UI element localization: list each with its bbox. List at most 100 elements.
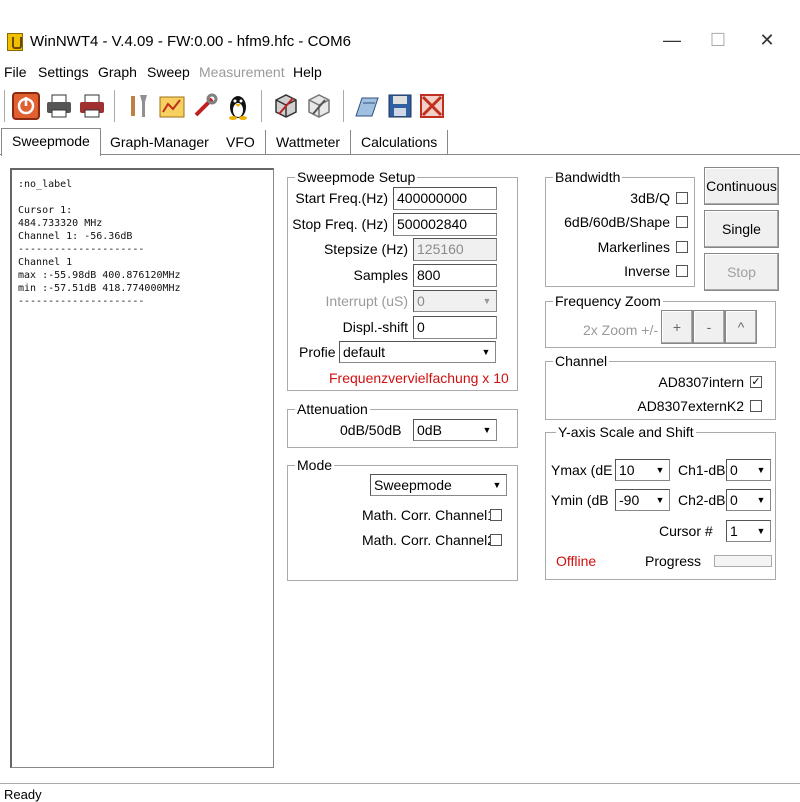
bandwidth-shape-label: 6dB/60dB/Shape	[564, 214, 670, 230]
toolbar-separator	[4, 90, 9, 122]
profile-select[interactable]: default ▼	[339, 341, 496, 363]
math-corr-channel1-checkbox[interactable]	[490, 509, 502, 521]
tab-graph-manager[interactable]: Graph-Manager	[100, 130, 220, 154]
mode-select[interactable]: Sweepmode ▼	[370, 474, 507, 496]
minimize-button[interactable]: —	[657, 30, 687, 51]
attenuation-label: 0dB/50dB	[340, 422, 402, 438]
displ-shift-input[interactable]: 0	[413, 316, 497, 339]
continuous-button[interactable]: Continuous	[704, 167, 779, 205]
attenuation-title: Attenuation	[295, 401, 370, 417]
ymin-value: -90	[619, 492, 640, 508]
chevron-down-icon: ▼	[756, 495, 766, 505]
menu-sweep[interactable]: Sweep	[147, 64, 190, 80]
ymin-label: Ymin (dB	[551, 492, 609, 508]
bandwidth-3db-label: 3dB/Q	[630, 190, 670, 206]
menu-help[interactable]: Help	[293, 64, 322, 80]
ad8307-extern-checkbox[interactable]	[750, 400, 762, 412]
ad8307-intern-checkbox[interactable]: ✓	[750, 376, 762, 388]
zoom-in-button[interactable]: +	[661, 310, 693, 344]
samples-input[interactable]: 800	[413, 264, 497, 287]
start-freq-input[interactable]: 400000000	[393, 187, 497, 210]
tools-icon[interactable]	[125, 92, 153, 120]
attenuation-value: 0dB	[417, 422, 442, 438]
maximize-button[interactable]: ☐	[703, 30, 733, 51]
bandwidth-shape-checkbox[interactable]	[676, 216, 688, 228]
stepsize-label: Stepsize (Hz)	[323, 241, 408, 257]
stepsize-input[interactable]: 125160	[413, 238, 497, 261]
ymin-select[interactable]: -90 ▼	[615, 489, 670, 511]
ad8307-intern-label: AD8307intern	[658, 374, 744, 390]
bandwidth-3db-checkbox[interactable]	[676, 192, 688, 204]
open-file-icon[interactable]	[353, 92, 381, 120]
chevron-down-icon: ▼	[655, 465, 665, 475]
zoom-label: 2x Zoom +/-	[583, 322, 659, 338]
connection-status: Offline	[556, 553, 597, 569]
displ-shift-label: Displ.-shift	[342, 319, 408, 335]
linux-penguin-icon[interactable]	[224, 92, 252, 120]
measurement-output[interactable]: :no_label Cursor 1: 484.733320 MHz Chann…	[10, 168, 274, 768]
profile-value: default	[343, 344, 386, 360]
ch1-db-select[interactable]: 0 ▼	[726, 459, 771, 481]
progress-label: Progress	[645, 553, 702, 569]
inverse-checkbox[interactable]	[676, 265, 688, 277]
power-icon[interactable]	[12, 92, 40, 120]
cursor-select[interactable]: 1 ▼	[726, 520, 771, 542]
zoom-reset-button[interactable]: ^	[725, 310, 757, 344]
stop-freq-input[interactable]: 500002840	[393, 213, 497, 236]
interrupt-value: 0	[417, 293, 425, 309]
chevron-down-icon: ▼	[756, 526, 766, 536]
frequency-zoom-title: Frequency Zoom	[553, 293, 663, 309]
save-icon[interactable]	[386, 92, 414, 120]
tab-wattmeter[interactable]: Wattmeter	[266, 130, 352, 154]
tab-sweepmode[interactable]: Sweepmode	[1, 128, 101, 156]
attenuation-select[interactable]: 0dB ▼	[413, 419, 497, 441]
toolbar-separator	[343, 90, 348, 122]
math-corr-channel2-checkbox[interactable]	[490, 534, 502, 546]
tab-divider	[0, 154, 800, 155]
single-button[interactable]: Single	[704, 210, 779, 248]
zoom-out-button[interactable]: -	[693, 310, 725, 344]
ymax-value: 10	[619, 462, 635, 478]
printer-icon[interactable]	[45, 92, 73, 120]
interrupt-select[interactable]: 0 ▼	[413, 290, 497, 312]
tab-calculations[interactable]: Calculations	[351, 130, 449, 154]
profile-label: Profie	[299, 344, 336, 360]
ymax-label: Ymax (dE	[551, 462, 613, 478]
cursor-value: 1	[730, 523, 738, 539]
delete-icon[interactable]	[418, 92, 446, 120]
chevron-down-icon: ▼	[655, 495, 665, 505]
math-corr-channel1-label: Math. Corr. Channel1	[362, 507, 496, 523]
status-bar	[0, 783, 800, 801]
menu-measurement[interactable]: Measurement	[199, 64, 285, 80]
menu-graph[interactable]: Graph	[98, 64, 137, 80]
tab-vfo[interactable]: VFO	[216, 130, 266, 154]
ad8307-extern-label: AD8307externK2	[637, 398, 744, 414]
markerlines-label: Markerlines	[597, 239, 670, 255]
ch1-db-label: Ch1-dB	[678, 462, 726, 478]
markerlines-checkbox[interactable]	[676, 241, 688, 253]
sweepmode-setup-title: Sweepmode Setup	[295, 169, 418, 185]
cube-icon[interactable]	[272, 92, 300, 120]
menu-file[interactable]: File	[4, 64, 27, 80]
ymax-select[interactable]: 10 ▼	[615, 459, 670, 481]
cursor-label: Cursor #	[659, 523, 713, 539]
mode-value: Sweepmode	[374, 477, 452, 493]
folder-chart-icon[interactable]	[158, 92, 186, 120]
cube-settings-icon[interactable]	[305, 92, 333, 120]
ch2-db-select[interactable]: 0 ▼	[726, 489, 771, 511]
mode-title: Mode	[295, 457, 335, 473]
close-button[interactable]: ✕	[752, 30, 782, 51]
stop-freq-label: Stop Freq. (Hz)	[292, 216, 388, 232]
chevron-down-icon: ▼	[756, 465, 766, 475]
ch2-db-label: Ch2-dB	[678, 492, 726, 508]
inverse-label: Inverse	[624, 263, 670, 279]
toolbar-separator	[261, 90, 266, 122]
chevron-down-icon: ▼	[492, 480, 502, 490]
wrench-icon[interactable]	[191, 92, 219, 120]
stop-button[interactable]: Stop	[704, 253, 779, 291]
chevron-down-icon: ▼	[482, 425, 492, 435]
window-title: WinNWT4 - V.4.09 - FW:0.00 - hfm9.hfc - …	[30, 33, 351, 50]
y-axis-title: Y-axis Scale and Shift	[556, 424, 696, 440]
printer-color-icon[interactable]	[78, 92, 106, 120]
menu-settings[interactable]: Settings	[38, 64, 89, 80]
